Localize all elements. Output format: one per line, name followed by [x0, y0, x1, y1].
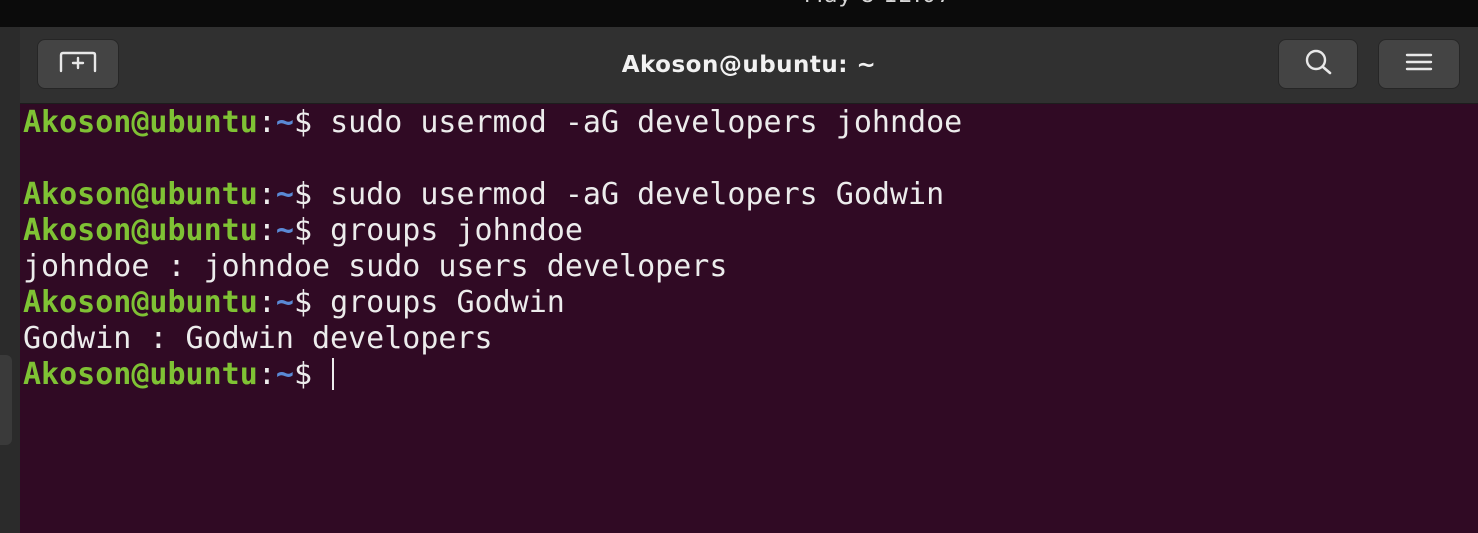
prompt-user: Akoson@ubuntu: [23, 213, 258, 248]
terminal-output-line: johndoe : johndoe sudo users developers: [23, 249, 728, 284]
prompt-colon: :: [257, 213, 276, 248]
prompt-path: ~: [275, 285, 294, 320]
prompt-dollar: $: [293, 177, 331, 212]
window-title: Akoson@ubuntu: ~: [621, 52, 877, 78]
terminal-output-line: Godwin : Godwin developers: [23, 321, 493, 356]
terminal-command-line: Akoson@ubuntu:~$ groups Godwin: [23, 285, 1473, 321]
terminal-window: Akoson@ubuntu: ~ Akoson@ubuntu:~$ sudo u…: [20, 27, 1478, 533]
terminal-command-line: Akoson@ubuntu:~$ groups johndoe: [23, 213, 1473, 249]
terminal-command-line: Akoson@ubuntu:~$ sudo usermod -aG develo…: [23, 177, 1473, 213]
system-clock[interactable]: May 8 12:07: [804, 0, 952, 8]
prompt-user: Akoson@ubuntu: [23, 285, 258, 320]
terminal-command-line: Akoson@ubuntu:~$ sudo usermod -aG develo…: [23, 105, 1473, 141]
prompt-colon: :: [257, 357, 276, 392]
prompt-path: ~: [275, 357, 294, 392]
new-tab-button[interactable]: [37, 39, 119, 89]
prompt-path: ~: [275, 105, 294, 140]
hamburger-menu-icon: [1405, 52, 1433, 76]
command-text: sudo usermod -aG developers johndoe: [330, 105, 963, 140]
search-icon: [1300, 48, 1336, 80]
prompt-dollar: $: [293, 357, 331, 392]
text-cursor: [332, 358, 335, 390]
prompt-dollar: $: [293, 213, 331, 248]
terminal-command-line: Akoson@ubuntu:~$: [23, 357, 1473, 393]
search-button[interactable]: [1278, 39, 1358, 89]
dock-edge: [0, 27, 20, 533]
prompt-dollar: $: [293, 105, 331, 140]
prompt-path: ~: [275, 213, 294, 248]
command-text: sudo usermod -aG developers Godwin: [330, 177, 945, 212]
prompt-path: ~: [275, 177, 294, 212]
prompt-user: Akoson@ubuntu: [23, 357, 258, 392]
prompt-colon: :: [257, 177, 276, 212]
prompt-colon: :: [257, 105, 276, 140]
new-tab-icon: [59, 50, 97, 78]
menu-button[interactable]: [1378, 39, 1460, 89]
dock-handle[interactable]: [0, 355, 12, 445]
prompt-user: Akoson@ubuntu: [23, 105, 258, 140]
prompt-dollar: $: [293, 285, 331, 320]
command-text: groups Godwin: [330, 285, 565, 320]
header-bar: Akoson@ubuntu: ~: [20, 27, 1478, 104]
prompt-user: Akoson@ubuntu: [23, 177, 258, 212]
terminal-output[interactable]: Akoson@ubuntu:~$ sudo usermod -aG develo…: [23, 105, 1473, 393]
system-top-bar: May 8 12:07: [0, 0, 1478, 27]
command-text: groups johndoe: [330, 213, 583, 248]
prompt-colon: :: [257, 285, 276, 320]
